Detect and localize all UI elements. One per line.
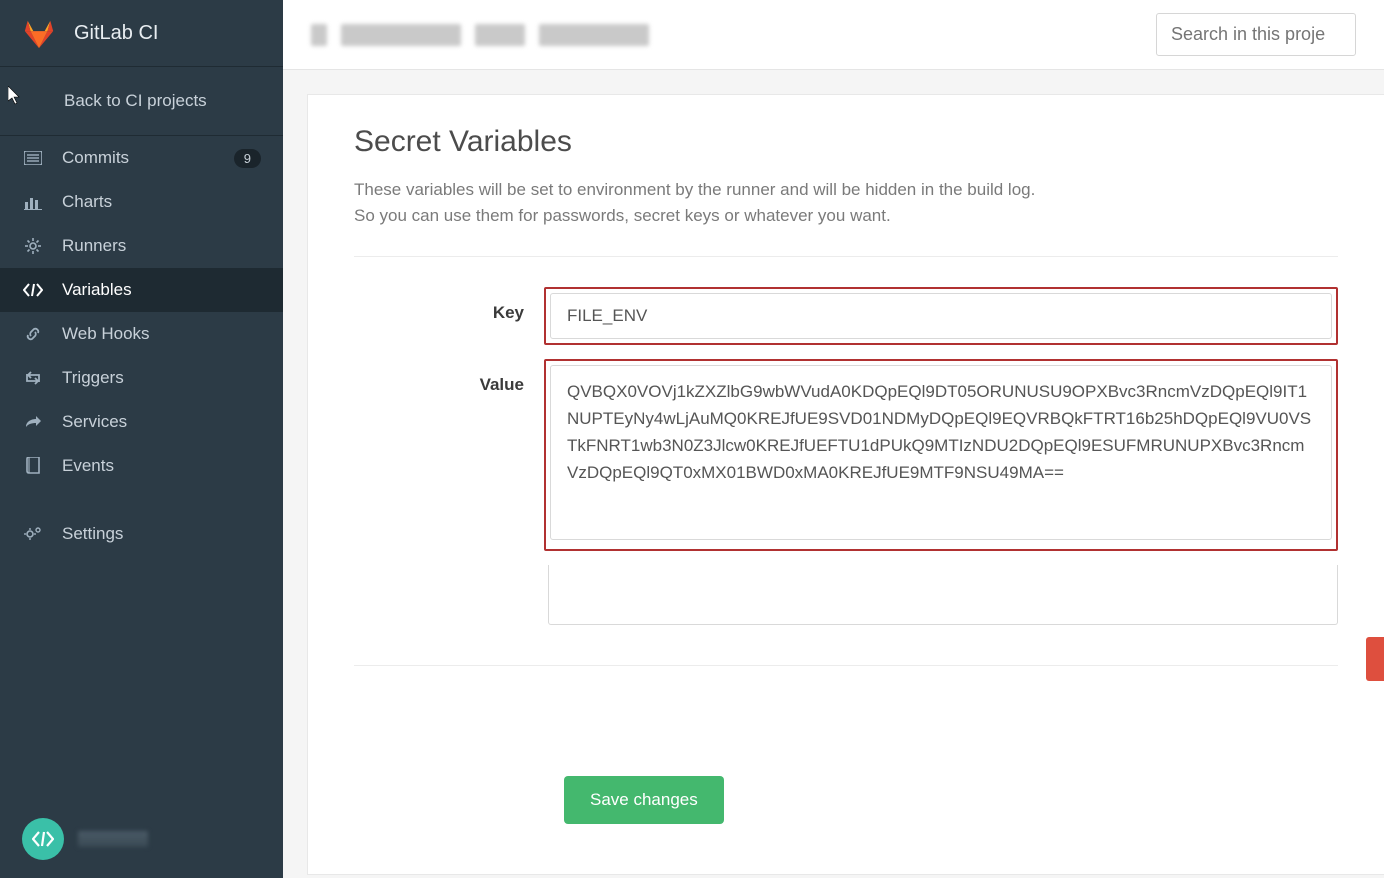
sidebar: GitLab CI Back to CI projects Commits 9 …: [0, 0, 283, 878]
nav-list: Commits 9 Charts Runners Variables Web: [0, 136, 283, 556]
back-link-label: Back to CI projects: [64, 91, 207, 110]
nav-label: Charts: [62, 192, 261, 212]
divider: [354, 665, 1338, 666]
value-textarea[interactable]: [550, 365, 1332, 540]
nav-label: Triggers: [62, 368, 261, 388]
sidebar-footer: [0, 800, 283, 878]
list-icon: [22, 151, 44, 165]
nav-item-commits[interactable]: Commits 9: [0, 136, 283, 180]
user-avatar[interactable]: [22, 818, 64, 860]
form-row-key: Key: [354, 287, 1338, 345]
nav-label: Events: [62, 456, 261, 476]
username-redacted: [78, 831, 148, 847]
divider: [354, 256, 1338, 257]
nav-label: Web Hooks: [62, 324, 261, 344]
retweet-icon: [22, 371, 44, 385]
nav-label: Variables: [62, 280, 261, 300]
remove-button-partial[interactable]: [1366, 637, 1384, 681]
nav-item-charts[interactable]: Charts: [0, 180, 283, 224]
page-description: These variables will be set to environme…: [354, 177, 1338, 230]
brand-title: GitLab CI: [74, 22, 158, 45]
nav-item-variables[interactable]: Variables: [0, 268, 283, 312]
main: Secret Variables These variables will be…: [283, 0, 1384, 878]
nav-label: Settings: [62, 524, 261, 544]
save-button[interactable]: Save changes: [564, 776, 724, 824]
bar-chart-icon: [22, 194, 44, 210]
nav-separator: [0, 488, 283, 512]
nav-label: Commits: [62, 148, 234, 168]
nav-item-webhooks[interactable]: Web Hooks: [0, 312, 283, 356]
key-label: Key: [354, 287, 544, 323]
breadcrumb-redacted: [311, 24, 649, 46]
nav-label: Runners: [62, 236, 261, 256]
desc-line2: So you can use them for passwords, secre…: [354, 206, 891, 225]
back-link[interactable]: Back to CI projects: [0, 67, 283, 136]
share-arrow-icon: [22, 415, 44, 429]
search-input[interactable]: [1156, 13, 1356, 56]
key-field-highlight: [544, 287, 1338, 345]
gears-icon: [22, 525, 44, 543]
nav-label: Services: [62, 412, 261, 432]
nav-item-events[interactable]: Events: [0, 444, 283, 488]
nav-item-runners[interactable]: Runners: [0, 224, 283, 268]
gear-icon: [22, 237, 44, 255]
form-row-value: Value: [354, 359, 1338, 551]
book-icon: [22, 457, 44, 475]
value-field-extension: [548, 565, 1338, 625]
nav-item-triggers[interactable]: Triggers: [0, 356, 283, 400]
nav-item-services[interactable]: Services: [0, 400, 283, 444]
topbar: [283, 0, 1384, 70]
content-card: Secret Variables These variables will be…: [307, 94, 1384, 875]
key-input[interactable]: [550, 293, 1332, 339]
gitlab-logo-icon: [22, 16, 56, 50]
value-label: Value: [354, 359, 544, 395]
code-icon: [22, 283, 44, 297]
commits-badge: 9: [234, 149, 261, 168]
nav-item-settings[interactable]: Settings: [0, 512, 283, 556]
page-title: Secret Variables: [354, 125, 1338, 159]
desc-line1: These variables will be set to environme…: [354, 180, 1035, 199]
brand-header[interactable]: GitLab CI: [0, 0, 283, 67]
link-icon: [22, 325, 44, 343]
value-field-highlight: [544, 359, 1338, 551]
